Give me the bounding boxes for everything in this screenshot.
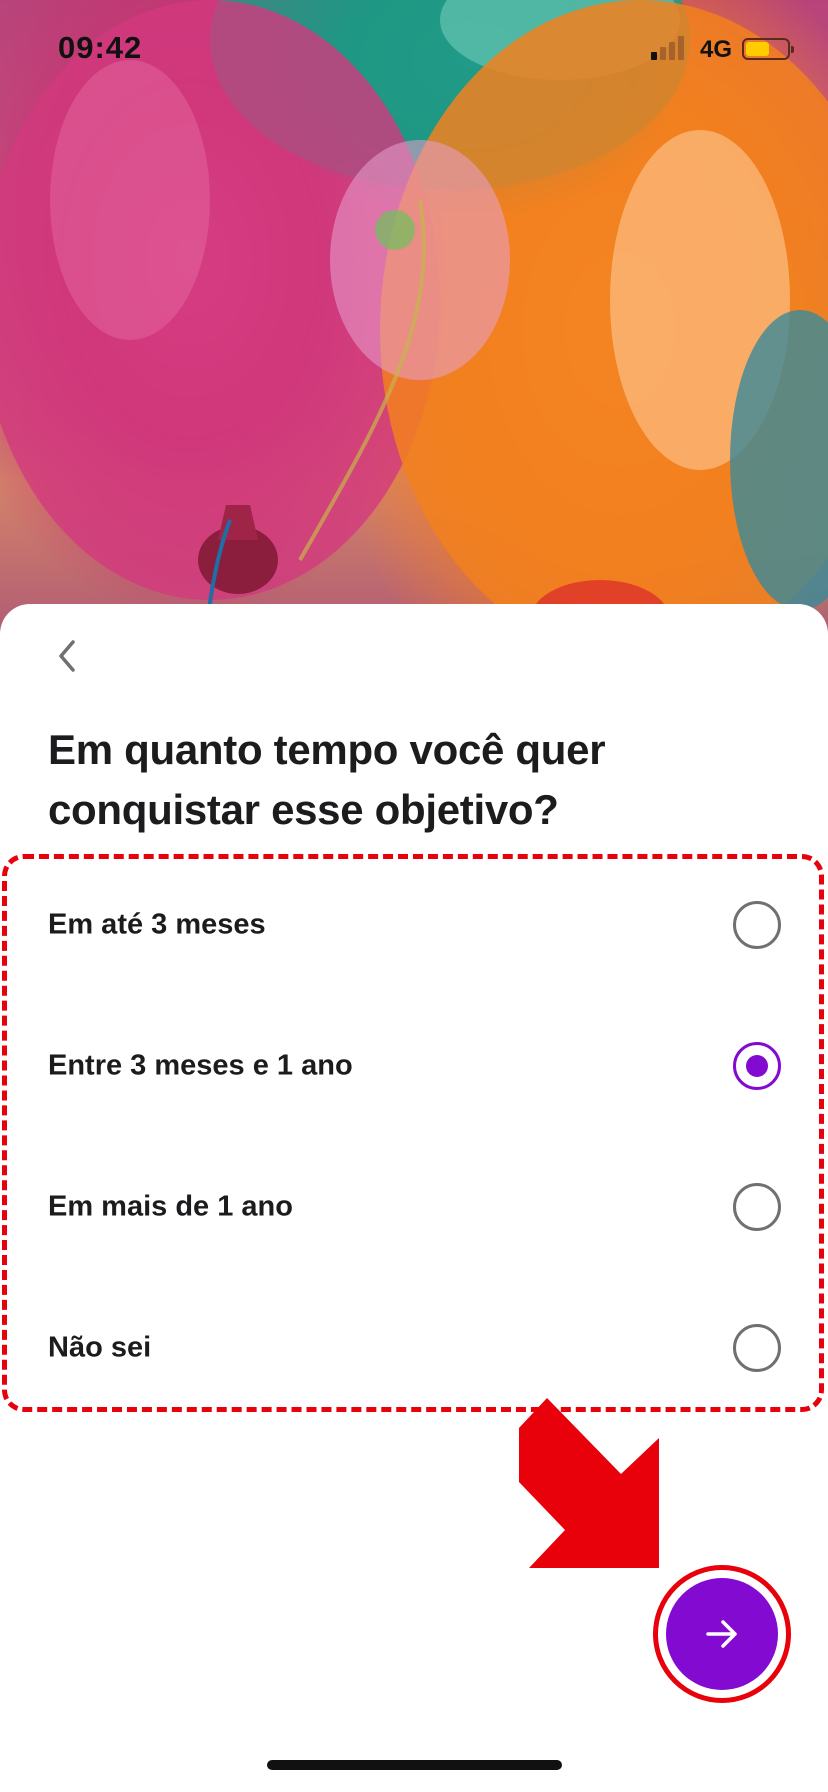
signal-strength-icon <box>651 36 691 60</box>
option-item[interactable]: Não sei <box>0 1277 828 1418</box>
option-item[interactable]: Entre 3 meses e 1 ano <box>0 995 828 1136</box>
chevron-left-icon <box>59 640 75 672</box>
status-time: 09:42 <box>58 30 143 65</box>
radio-button[interactable] <box>733 900 781 949</box>
radio-button[interactable] <box>733 1182 781 1231</box>
radio-button[interactable] <box>733 1041 781 1090</box>
status-bar: 09:42 4G <box>0 0 828 100</box>
question-title: Em quanto tempo você quer conquistar ess… <box>48 726 606 833</box>
next-button[interactable] <box>666 1578 778 1690</box>
back-button[interactable] <box>44 632 92 680</box>
network-type: 4G <box>700 36 733 63</box>
annotation-arrow-icon <box>519 1398 659 1568</box>
option-item[interactable]: Em até 3 meses <box>0 854 828 995</box>
option-label: Em até 3 meses <box>48 908 266 940</box>
arrow-right-icon <box>706 1620 737 1648</box>
option-label: Entre 3 meses e 1 ano <box>48 1049 353 1081</box>
battery-level <box>746 42 769 56</box>
hero-image-balloons: 09:42 4G <box>0 0 828 640</box>
radio-button[interactable] <box>733 1323 781 1372</box>
battery-icon <box>742 38 794 60</box>
option-item[interactable]: Em mais de 1 ano <box>0 1136 828 1277</box>
home-indicator <box>267 1760 562 1770</box>
option-label: Em mais de 1 ano <box>48 1190 293 1222</box>
options-list: Em até 3 meses Entre 3 meses e 1 ano Em … <box>0 854 828 1418</box>
option-label: Não sei <box>48 1331 152 1363</box>
